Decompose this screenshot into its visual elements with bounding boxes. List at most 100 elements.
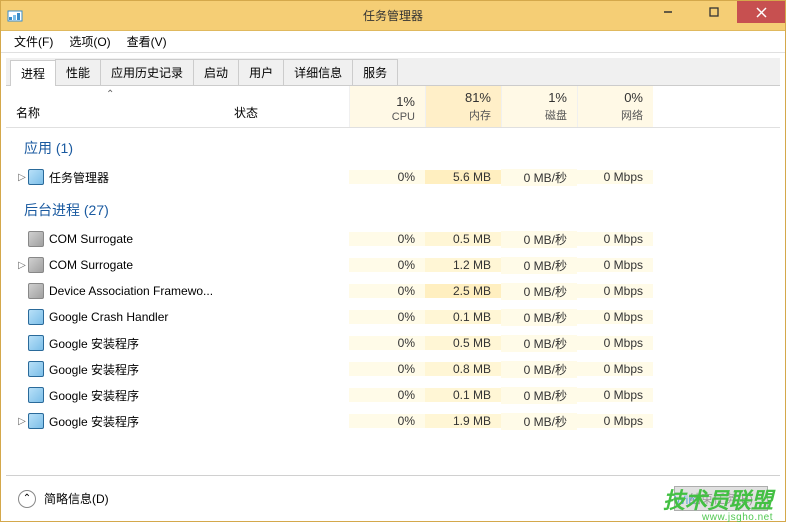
tab-startup[interactable]: 启动: [193, 59, 239, 85]
tab-users[interactable]: 用户: [238, 59, 284, 85]
cell-network: 0 Mbps: [577, 232, 653, 246]
cell-cpu: 0%: [349, 310, 425, 324]
column-header-row: 名称 ⌃ 状态 1% CPU 81% 内存 1% 磁盘 0% 网络: [6, 86, 780, 128]
col-header-name[interactable]: 名称 ⌃: [6, 86, 234, 127]
expand-icon[interactable]: ▷: [16, 260, 28, 271]
col-header-network[interactable]: 0% 网络: [577, 86, 653, 127]
table-row[interactable]: ▷Google 安装程序0%1.9 MB0 MB/秒0 Mbps: [6, 408, 780, 434]
process-icon: [28, 309, 44, 325]
table-row[interactable]: Google Crash Handler0%0.1 MB0 MB/秒0 Mbps: [6, 304, 780, 330]
col-header-disk[interactable]: 1% 磁盘: [501, 86, 577, 127]
cell-memory: 0.1 MB: [425, 388, 501, 402]
table-row[interactable]: ▷COM Surrogate0%1.2 MB0 MB/秒0 Mbps: [6, 252, 780, 278]
expand-icon[interactable]: ▷: [16, 416, 28, 427]
cell-network: 0 Mbps: [577, 258, 653, 272]
table-row[interactable]: Google 安装程序0%0.5 MB0 MB/秒0 Mbps: [6, 330, 780, 356]
col-header-name-label: 名称: [16, 104, 40, 121]
expand-icon[interactable]: [16, 390, 28, 401]
process-name: Google 安装程序: [49, 335, 139, 352]
col-header-cpu[interactable]: 1% CPU: [349, 86, 425, 127]
brief-info-label[interactable]: 简略信息(D): [44, 490, 109, 507]
table-row[interactable]: Google 安装程序 0%0.1 MB0 MB/秒0 Mbps: [6, 382, 780, 408]
cell-cpu: 0%: [349, 336, 425, 350]
cell-network: 0 Mbps: [577, 388, 653, 402]
process-icon: [28, 413, 44, 429]
process-name: Google Crash Handler: [49, 310, 168, 324]
cell-disk: 0 MB/秒: [501, 169, 577, 186]
cell-memory: 1.2 MB: [425, 258, 501, 272]
table-row[interactable]: Device Association Framewo...0%2.5 MB0 M…: [6, 278, 780, 304]
process-name: Google 安装程序: [49, 387, 139, 404]
title-bar: 任务管理器: [1, 1, 785, 31]
cell-disk: 0 MB/秒: [501, 387, 577, 404]
process-icon: [28, 169, 44, 185]
sort-indicator-icon: ⌃: [106, 89, 114, 100]
process-name: COM Surrogate: [49, 232, 133, 246]
app-icon: [7, 8, 23, 24]
tab-services[interactable]: 服务: [352, 59, 398, 85]
table-row[interactable]: Google 安装程序0%0.8 MB0 MB/秒0 Mbps: [6, 356, 780, 382]
process-icon: [28, 361, 44, 377]
cell-disk: 0 MB/秒: [501, 257, 577, 274]
cell-cpu: 0%: [349, 388, 425, 402]
col-header-status[interactable]: 状态: [234, 86, 349, 127]
menu-options[interactable]: 选项(O): [61, 31, 118, 52]
expand-icon[interactable]: [16, 234, 28, 245]
tab-app-history[interactable]: 应用历史记录: [100, 59, 194, 85]
tab-processes[interactable]: 进程: [10, 60, 56, 86]
process-icon: [28, 387, 44, 403]
cell-disk: 0 MB/秒: [501, 361, 577, 378]
cell-network: 0 Mbps: [577, 170, 653, 184]
menu-file[interactable]: 文件(F): [6, 31, 61, 52]
tab-bar: 进程 性能 应用历史记录 启动 用户 详细信息 服务: [6, 58, 780, 86]
network-usage: 0%: [624, 90, 643, 105]
expand-icon[interactable]: [16, 364, 28, 375]
cell-network: 0 Mbps: [577, 414, 653, 428]
tab-performance[interactable]: 性能: [55, 59, 101, 85]
cell-network: 0 Mbps: [577, 362, 653, 376]
col-header-memory[interactable]: 81% 内存: [425, 86, 501, 127]
group-background[interactable]: 后台进程 (27): [6, 190, 780, 226]
process-name: COM Surrogate: [49, 258, 133, 272]
minimize-button[interactable]: [645, 1, 691, 23]
cell-disk: 0 MB/秒: [501, 309, 577, 326]
cell-disk: 0 MB/秒: [501, 231, 577, 248]
process-name: Device Association Framewo...: [49, 284, 213, 298]
process-list[interactable]: 应用 (1) ▷任务管理器0%5.6 MB0 MB/秒0 Mbps 后台进程 (…: [6, 128, 780, 456]
close-button[interactable]: [737, 1, 785, 23]
expand-icon[interactable]: [16, 338, 28, 349]
cell-disk: 0 MB/秒: [501, 335, 577, 352]
maximize-button[interactable]: [691, 1, 737, 23]
menu-bar: 文件(F) 选项(O) 查看(V): [1, 31, 785, 53]
process-icon: [28, 257, 44, 273]
cell-network: 0 Mbps: [577, 336, 653, 350]
footer-left: ⌃ 简略信息(D): [18, 490, 109, 508]
col-header-status-label: 状态: [234, 104, 258, 121]
network-label: 网络: [621, 107, 643, 123]
tab-details[interactable]: 详细信息: [283, 59, 353, 85]
table-row[interactable]: COM Surrogate0%0.5 MB0 MB/秒0 Mbps: [6, 226, 780, 252]
cell-cpu: 0%: [349, 284, 425, 298]
watermark-main: 技术员联盟: [663, 483, 773, 515]
window-controls: [645, 1, 785, 23]
cell-disk: 0 MB/秒: [501, 413, 577, 430]
collapse-icon[interactable]: ⌃: [18, 490, 36, 508]
expand-icon[interactable]: ▷: [16, 172, 28, 183]
menu-view[interactable]: 查看(V): [119, 31, 175, 52]
cell-memory: 0.1 MB: [425, 310, 501, 324]
process-icon: [28, 335, 44, 351]
process-name: 任务管理器: [49, 169, 109, 186]
group-apps[interactable]: 应用 (1): [6, 128, 780, 164]
window-title: 任务管理器: [363, 7, 423, 24]
process-icon: [28, 231, 44, 247]
memory-label: 内存: [469, 107, 491, 123]
cell-memory: 0.8 MB: [425, 362, 501, 376]
table-row[interactable]: ▷任务管理器0%5.6 MB0 MB/秒0 Mbps: [6, 164, 780, 190]
disk-label: 磁盘: [545, 107, 567, 123]
memory-usage: 81%: [465, 90, 491, 105]
process-name: Google 安装程序: [49, 361, 139, 378]
disk-usage: 1%: [548, 90, 567, 105]
expand-icon[interactable]: [16, 312, 28, 323]
expand-icon[interactable]: [16, 286, 28, 297]
cell-memory: 1.9 MB: [425, 414, 501, 428]
